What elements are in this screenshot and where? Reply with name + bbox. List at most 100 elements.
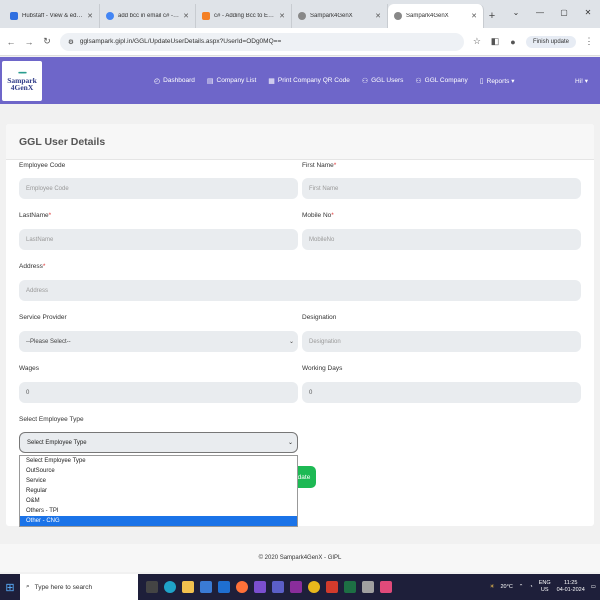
browser-tab-sampark-1[interactable]: Sampark4GenX ✕ (292, 4, 388, 28)
app-icon[interactable] (326, 581, 338, 593)
mobile-label: Mobile No* (302, 212, 334, 219)
reload-icon[interactable]: ↻ (42, 36, 52, 47)
chevron-down-icon[interactable]: ⌄ (504, 0, 528, 24)
menu-ggl-users[interactable]: ⚇ GGL Users (362, 77, 404, 85)
app-icon[interactable] (380, 581, 392, 593)
profile-icon[interactable]: ● (508, 37, 518, 47)
employee-type-option[interactable]: Others - TPI (20, 506, 297, 516)
tab-title: add bcc in email c# - Google S (118, 13, 180, 19)
menu-label: GGL Users (371, 77, 404, 84)
browser-tab-sampark-active[interactable]: Sampark4GenX ✕ (388, 4, 484, 28)
vs-icon[interactable] (254, 581, 266, 593)
mobile-input[interactable]: MobileNo (302, 229, 581, 250)
taskbar-search-placeholder: Type here to search (34, 583, 93, 591)
service-provider-label: Service Provider (19, 314, 67, 321)
onenote-icon[interactable] (290, 581, 302, 593)
employee-type-option[interactable]: O&M (20, 496, 297, 506)
notification-icon[interactable]: ▭ (591, 584, 596, 590)
service-provider-select[interactable]: --Please Select-- ⌄ (19, 331, 298, 352)
stackoverflow-icon (202, 12, 210, 20)
taskbar-apps (146, 581, 392, 593)
close-icon[interactable]: ✕ (87, 12, 93, 20)
menu-reports[interactable]: ▯ Reports ▾ (480, 77, 515, 85)
menu-dashboard[interactable]: ◴ Dashboard (154, 77, 195, 85)
app-navbar: ••••••• Sampark 4GenX ◴ Dashboard ▤ Compan… (0, 57, 600, 104)
clock[interactable]: 11:25 04-01-2024 (557, 580, 585, 594)
page-title: GGL User Details (6, 124, 594, 160)
site-info-icon[interactable]: ⚙ (68, 38, 74, 46)
chevron-down-icon: ⌄ (288, 339, 294, 345)
finish-update-button[interactable]: Finish update (525, 35, 576, 48)
new-tab-icon[interactable]: + (484, 4, 500, 28)
service-provider-value: --Please Select-- (26, 338, 71, 345)
menu-label: Company List (216, 77, 257, 84)
employee-code-input[interactable]: Employee Code (19, 178, 298, 199)
last-name-input[interactable]: LastName (19, 229, 298, 250)
system-tray: ☀ 20°C ⌃ ◔ ENG US 11:25 04-01-2024 ▭ (490, 574, 596, 600)
sampark-logo[interactable]: ••••••• Sampark 4GenX (2, 60, 42, 101)
address-input[interactable]: Address (19, 280, 581, 301)
user-menu[interactable]: Hi! ▾ (575, 77, 588, 85)
designation-input[interactable]: Designation (302, 331, 581, 352)
employee-type-option[interactable]: Select Employee Type (20, 456, 297, 466)
search-icon: ⌕ (26, 583, 30, 590)
excel-icon[interactable] (344, 581, 356, 593)
url-input[interactable]: ⚙ gglsampark.gipl.in/GGL/UpdateUserDetai… (60, 32, 464, 51)
menu-company-list[interactable]: ▤ Company List (207, 77, 256, 85)
employee-code-label: Employee Code (19, 162, 66, 169)
first-name-input[interactable]: First Name (302, 178, 581, 199)
working-days-label: Working Days (302, 365, 343, 372)
bookmark-star-icon[interactable]: ☆ (472, 36, 482, 47)
chevron-up-icon[interactable]: ⌃ (519, 584, 524, 590)
more-menu-icon[interactable]: ⋮ (584, 36, 594, 47)
url-text: gglsampark.gipl.in/GGL/UpdateUserDetails… (79, 38, 282, 45)
sql-icon[interactable] (362, 581, 374, 593)
employee-type-select[interactable]: Select Employee Type ⌄ (19, 432, 298, 453)
employee-type-option[interactable]: Regular (20, 486, 297, 496)
minimize-icon[interactable]: — (528, 0, 552, 24)
windows-start-icon[interactable]: ⊞ (0, 574, 20, 600)
edge-icon[interactable] (164, 581, 176, 593)
tab-title: Sampark4GenX (406, 13, 449, 19)
forward-icon[interactable]: → (24, 37, 34, 47)
language-indicator[interactable]: ENG US (539, 580, 551, 594)
store-icon[interactable] (200, 581, 212, 593)
explorer-icon[interactable] (182, 581, 194, 593)
employee-type-option[interactable]: Service (20, 476, 297, 486)
browser-tab-hubstaff[interactable]: Hubstaff - View & edit timeshe ✕ (4, 4, 100, 28)
employee-type-label: Select Employee Type (19, 416, 84, 423)
employee-type-dropdown: Select Employee Type OutSource Service R… (19, 455, 298, 527)
maximize-icon[interactable]: ▢ (552, 0, 576, 24)
chrome-icon[interactable] (308, 581, 320, 593)
employee-type-option[interactable]: OutSource (20, 466, 297, 476)
weather-icon: ☀ (489, 584, 495, 590)
mail-icon[interactable] (218, 581, 230, 593)
working-days-input[interactable]: 0 (302, 382, 581, 403)
menu-ggl-company[interactable]: ⚇ GGL Company (415, 77, 467, 85)
browser-tab-google[interactable]: add bcc in email c# - Google S ✕ (100, 4, 196, 28)
employee-type-option-highlighted[interactable]: Other - CNG (20, 516, 297, 526)
menu-label: Dashboard (163, 77, 195, 84)
browser-tab-stackoverflow[interactable]: c# - Adding Bcc to Email sendi ✕ (196, 4, 292, 28)
back-icon[interactable]: ← (6, 37, 16, 47)
address-bar: ← → ↻ ⚙ gglsampark.gipl.in/GGL/UpdateUse… (0, 28, 600, 56)
menu-print-qr[interactable]: ▦ Print Company QR Code (268, 77, 350, 85)
teams-icon[interactable] (272, 581, 284, 593)
weather-temp[interactable]: 20°C (501, 584, 513, 590)
task-view-icon[interactable] (146, 581, 158, 593)
close-icon[interactable]: ✕ (183, 12, 189, 20)
list-icon: ▤ (206, 77, 214, 85)
wifi-icon[interactable]: ◔ (529, 584, 532, 590)
menu-label: Reports ▾ (486, 77, 515, 85)
close-icon[interactable]: ✕ (375, 12, 381, 20)
taskbar-search[interactable]: ⌕ Type here to search (20, 574, 138, 600)
firefox-icon[interactable] (236, 581, 248, 593)
hubstaff-icon (10, 12, 18, 20)
close-icon[interactable]: ✕ (279, 12, 285, 20)
sidepanel-icon[interactable]: ◧ (490, 36, 500, 47)
wages-input[interactable]: 0 (19, 382, 298, 403)
wages-label: Wages (19, 365, 39, 372)
close-window-icon[interactable]: ✕ (576, 0, 600, 24)
globe-icon (394, 12, 402, 20)
close-icon[interactable]: ✕ (471, 12, 477, 20)
